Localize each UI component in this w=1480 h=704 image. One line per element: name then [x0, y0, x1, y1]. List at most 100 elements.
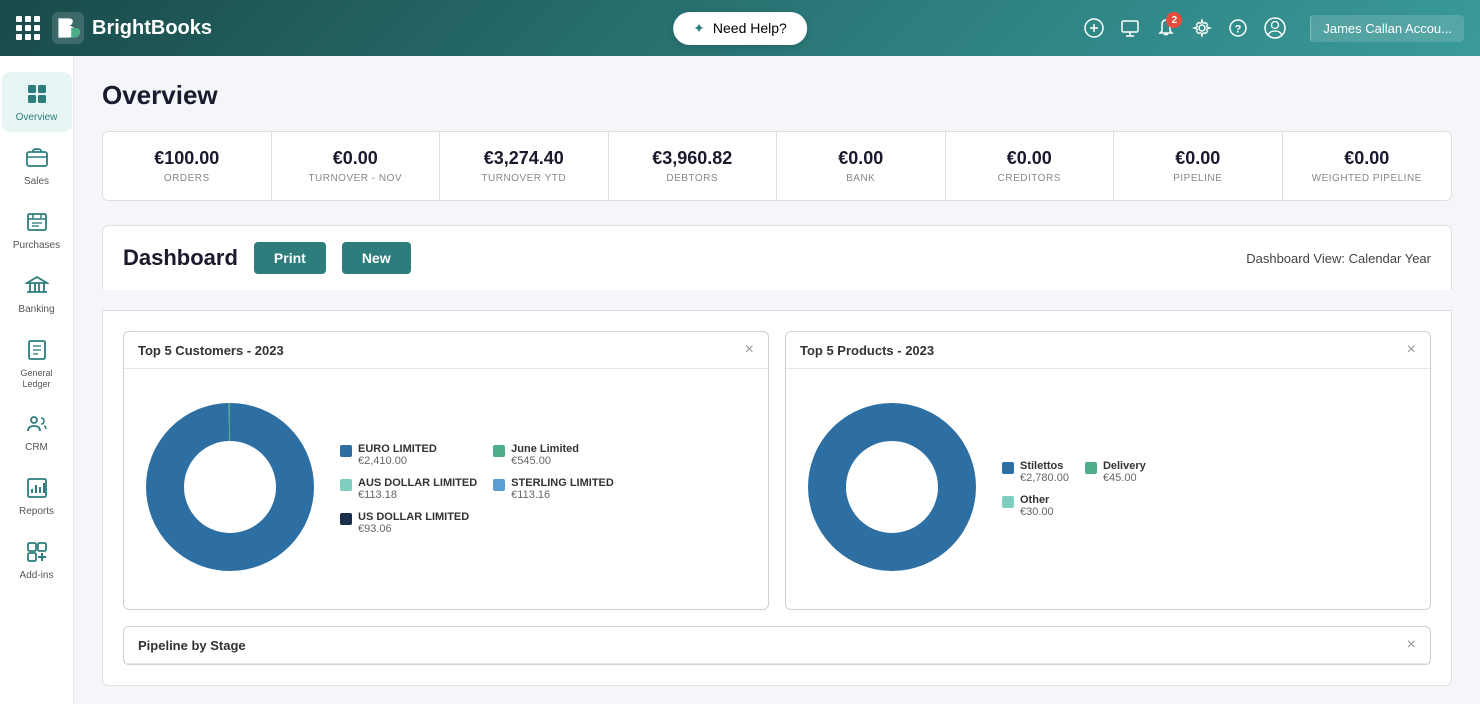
sales-icon — [23, 144, 51, 172]
stat-bank-value: €0.00 — [789, 148, 933, 169]
sidebar-item-label-add-ins: Add-ins — [20, 570, 54, 582]
stat-pipeline: €0.00 PIPELINE — [1114, 132, 1283, 200]
sidebar-item-banking[interactable]: Banking — [2, 264, 72, 324]
dashboard-header: Dashboard Print New Dashboard View: Cale… — [102, 225, 1452, 290]
stat-debtors-label: DEBTORS — [621, 173, 765, 184]
legend-color-other — [1002, 496, 1014, 508]
legend-text-sterling: STERLING LIMITED €113.16 — [511, 477, 614, 501]
sidebar-item-label-general-ledger: General Ledger — [6, 368, 68, 390]
sidebar-item-reports[interactable]: Reports — [2, 466, 72, 526]
nav-right: 2 ? James Callan Accou... — [1084, 15, 1464, 42]
main-layout: Overview Sales Purchases Banking General — [0, 56, 1480, 704]
pipeline-close-button[interactable]: × — [1407, 637, 1416, 653]
stat-orders-label: ORDERS — [115, 173, 259, 184]
stat-pipeline-value: €0.00 — [1126, 148, 1270, 169]
stats-row: €100.00 ORDERS €0.00 TURNOVER - NOV €3,2… — [102, 131, 1452, 201]
general-ledger-icon — [23, 336, 51, 364]
top-customers-donut — [140, 397, 320, 582]
help-icon: ✦ — [693, 20, 705, 37]
stat-weighted-pipeline-value: €0.00 — [1295, 148, 1440, 169]
new-button[interactable]: New — [342, 242, 411, 274]
print-button[interactable]: Print — [254, 242, 326, 274]
notification-badge: 2 — [1166, 12, 1182, 28]
legend-text-delivery: Delivery €45.00 — [1103, 460, 1146, 484]
top-products-close-button[interactable]: × — [1407, 342, 1416, 358]
pipeline-header: Pipeline by Stage × — [124, 627, 1430, 664]
legend-text-june-limited: June Limited €545.00 — [511, 443, 579, 467]
help-button[interactable]: ✦ Need Help? — [673, 12, 807, 45]
stat-debtors-value: €3,960.82 — [621, 148, 765, 169]
sidebar-item-label-purchases: Purchases — [13, 240, 60, 252]
banking-icon — [23, 272, 51, 300]
help-circle-button[interactable]: ? — [1228, 18, 1248, 38]
legend-text-other: Other €30.00 — [1020, 494, 1054, 518]
dashboard-view-label: Dashboard View: Calendar Year — [1246, 251, 1431, 266]
legend-item-euro-limited: EURO LIMITED €2,410.00 — [340, 443, 477, 467]
add-ins-icon — [23, 538, 51, 566]
sidebar-item-label-banking: Banking — [18, 304, 54, 316]
stat-creditors-label: CREDITORS — [958, 173, 1102, 184]
overview-icon — [23, 80, 51, 108]
legend-color-delivery — [1085, 462, 1097, 474]
sidebar-item-label-crm: CRM — [25, 442, 48, 454]
stat-weighted-pipeline-label: WEIGHTED PIPELINE — [1295, 173, 1440, 184]
svg-text:?: ? — [1235, 24, 1242, 36]
legend-item-june-limited: June Limited €545.00 — [493, 443, 630, 467]
legend-text-stilettos: Stilettos €2,780.00 — [1020, 460, 1069, 484]
legend-color-euro-limited — [340, 445, 352, 457]
top-customers-title: Top 5 Customers - 2023 — [138, 343, 284, 358]
stat-creditors-value: €0.00 — [958, 148, 1102, 169]
sidebar-item-purchases[interactable]: Purchases — [2, 200, 72, 260]
user-name-button[interactable]: James Callan Accou... — [1310, 15, 1464, 42]
sidebar-item-crm[interactable]: CRM — [2, 402, 72, 462]
sidebar-item-add-ins[interactable]: Add-ins — [2, 530, 72, 590]
sidebar-item-label-overview: Overview — [16, 112, 58, 124]
legend-color-stilettos — [1002, 462, 1014, 474]
sidebar-item-label-reports: Reports — [19, 506, 54, 518]
apps-grid-icon[interactable] — [16, 16, 40, 40]
sidebar-item-overview[interactable]: Overview — [2, 72, 72, 132]
sidebar-item-sales[interactable]: Sales — [2, 136, 72, 196]
charts-row: Top 5 Customers - 2023 × — [123, 331, 1431, 610]
stat-pipeline-label: PIPELINE — [1126, 173, 1270, 184]
charts-container: Top 5 Customers - 2023 × — [102, 310, 1452, 686]
notifications-button[interactable]: 2 — [1156, 18, 1176, 38]
stat-turnover-ytd: €3,274.40 TURNOVER YTD — [440, 132, 609, 200]
legend-item-stilettos: Stilettos €2,780.00 — [1002, 460, 1069, 484]
stat-debtors: €3,960.82 DEBTORS — [609, 132, 778, 200]
top-customers-legend: EURO LIMITED €2,410.00 June Limited €545… — [340, 443, 630, 535]
legend-color-june-limited — [493, 445, 505, 457]
pipeline-card: Pipeline by Stage × — [123, 626, 1431, 665]
stat-weighted-pipeline: €0.00 WEIGHTED PIPELINE — [1283, 132, 1452, 200]
user-profile-icon[interactable] — [1264, 17, 1286, 39]
legend-text-aus-dollar: AUS DOLLAR LIMITED €113.18 — [358, 477, 477, 501]
sidebar: Overview Sales Purchases Banking General — [0, 56, 74, 704]
legend-text-euro-limited: EURO LIMITED €2,410.00 — [358, 443, 437, 467]
stat-creditors: €0.00 CREDITORS — [946, 132, 1115, 200]
legend-item-us-dollar: US DOLLAR LIMITED €93.06 — [340, 511, 477, 535]
monitor-button[interactable] — [1120, 18, 1140, 38]
crm-icon — [23, 410, 51, 438]
stat-turnover-nov-label: TURNOVER - NOV — [284, 173, 428, 184]
pipeline-title: Pipeline by Stage — [138, 638, 246, 653]
top-products-title: Top 5 Products - 2023 — [800, 343, 934, 358]
stat-bank: €0.00 BANK — [777, 132, 946, 200]
page-title: Overview — [102, 80, 1452, 111]
legend-color-us-dollar — [340, 513, 352, 525]
top-customers-close-button[interactable]: × — [745, 342, 754, 358]
legend-color-sterling — [493, 479, 505, 491]
add-button[interactable] — [1084, 18, 1104, 38]
sidebar-item-general-ledger[interactable]: General Ledger — [2, 328, 72, 398]
top-products-chart: Top 5 Products - 2023 × — [785, 331, 1431, 610]
top-nav: BrightBooks ✦ Need Help? 2 ? James Calla… — [0, 0, 1480, 56]
legend-color-aus-dollar — [340, 479, 352, 491]
top-products-donut — [802, 397, 982, 582]
sidebar-item-label-sales: Sales — [24, 176, 49, 188]
stat-bank-label: BANK — [789, 173, 933, 184]
top-customers-header: Top 5 Customers - 2023 × — [124, 332, 768, 369]
dashboard-title: Dashboard — [123, 245, 238, 271]
legend-text-us-dollar: US DOLLAR LIMITED €93.06 — [358, 511, 469, 535]
stat-orders-value: €100.00 — [115, 148, 259, 169]
settings-button[interactable] — [1192, 18, 1212, 38]
main-content: Overview €100.00 ORDERS €0.00 TURNOVER -… — [74, 56, 1480, 704]
